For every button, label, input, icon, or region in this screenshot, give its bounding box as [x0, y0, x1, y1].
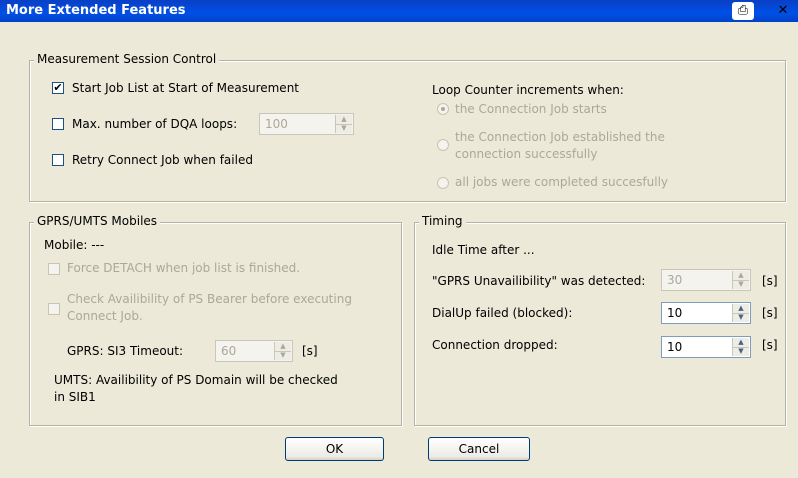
check-ps-checkbox[interactable]	[48, 303, 60, 315]
retry-connect-label: Retry Connect Job when failed	[72, 153, 253, 167]
start-job-list-checkbox[interactable]: ✔	[52, 82, 64, 94]
connection-dropped-label: Connection dropped:	[432, 338, 558, 352]
umts-note-2: in SIB1	[54, 390, 96, 404]
si3-timeout-label: GPRS: SI3 Timeout:	[67, 344, 184, 358]
loop-radio-all-completed-label: all jobs were completed succesfully	[455, 175, 669, 189]
connection-dropped-unit: [s]	[762, 338, 778, 352]
dialup-failed-spin-buttons[interactable]: ▲ ▼	[732, 304, 749, 322]
loop-radio-established[interactable]	[437, 139, 449, 151]
spin-down-icon[interactable]: ▼	[733, 347, 749, 356]
gprs-unavail-unit: [s]	[762, 274, 778, 288]
connection-dropped-value: 10	[667, 340, 683, 354]
si3-timeout-value: 60	[221, 344, 237, 358]
force-detach-label: Force DETACH when job list is finished.	[67, 261, 301, 275]
cancel-button[interactable]: Cancel	[428, 437, 530, 461]
force-detach-checkbox[interactable]	[48, 263, 60, 275]
spin-down-icon[interactable]: ▼	[336, 124, 352, 133]
max-dqa-value: 100	[265, 117, 288, 131]
retry-connect-checkbox[interactable]	[52, 154, 64, 166]
start-job-list-label: Start Job List at Start of Measurement	[72, 81, 299, 95]
gprs-group-title: GPRS/UMTS Mobiles	[34, 214, 161, 228]
spin-down-icon[interactable]: ▼	[733, 313, 749, 322]
max-dqa-stepper[interactable]: 100 ▲ ▼	[259, 113, 354, 135]
max-dqa-spin-buttons[interactable]: ▲ ▼	[335, 115, 352, 133]
loop-radio-established-label-2: connection successfully	[455, 147, 598, 161]
check-ps-label-2: Connect Job.	[67, 309, 143, 323]
close-icon[interactable]: ✕	[772, 2, 794, 20]
loop-radio-established-label-1: the Connection Job established the	[455, 130, 665, 144]
max-dqa-checkbox[interactable]	[52, 118, 64, 130]
dialup-failed-label: DialUp failed (blocked):	[432, 306, 573, 320]
connection-dropped-stepper[interactable]: 10 ▲ ▼	[661, 336, 751, 358]
spin-down-icon[interactable]: ▼	[733, 280, 749, 289]
spin-down-icon[interactable]: ▼	[275, 351, 291, 360]
measurement-group-title: Measurement Session Control	[34, 52, 220, 66]
mobile-label: Mobile: ---	[44, 238, 105, 252]
timing-group-title: Timing	[419, 214, 466, 228]
gprs-unavail-stepper[interactable]: 30 ▲ ▼	[661, 269, 751, 291]
loop-radio-all-completed[interactable]	[437, 177, 449, 189]
max-dqa-label: Max. number of DQA loops:	[72, 117, 238, 131]
gprs-unavail-value: 30	[667, 273, 683, 287]
window-title: More Extended Features	[6, 3, 186, 18]
gprs-unavail-spin-buttons[interactable]: ▲ ▼	[732, 271, 749, 289]
dialup-failed-unit: [s]	[762, 306, 778, 320]
dialup-failed-stepper[interactable]: 10 ▲ ▼	[661, 302, 751, 324]
check-ps-label-1: Check Availibility of PS Bearer before e…	[67, 292, 352, 306]
ok-button[interactable]: OK	[285, 437, 384, 461]
connection-dropped-spin-buttons[interactable]: ▲ ▼	[732, 338, 749, 356]
si3-spin-buttons[interactable]: ▲ ▼	[274, 342, 291, 360]
print-icon[interactable]: ⎙	[732, 2, 754, 20]
loop-radio-job-starts[interactable]	[437, 103, 449, 115]
loop-radio-job-starts-label: the Connection Job starts	[455, 102, 607, 116]
si3-timeout-stepper[interactable]: 60 ▲ ▼	[215, 340, 293, 362]
idle-time-label: Idle Time after ...	[432, 243, 535, 257]
umts-note-1: UMTS: Availibility of PS Domain will be …	[54, 373, 338, 387]
gprs-unavail-label: "GPRS Unavailibility" was detected:	[432, 274, 646, 288]
loop-counter-title: Loop Counter increments when:	[432, 83, 624, 97]
dialup-failed-value: 10	[667, 306, 683, 320]
si3-timeout-unit: [s]	[302, 344, 318, 358]
